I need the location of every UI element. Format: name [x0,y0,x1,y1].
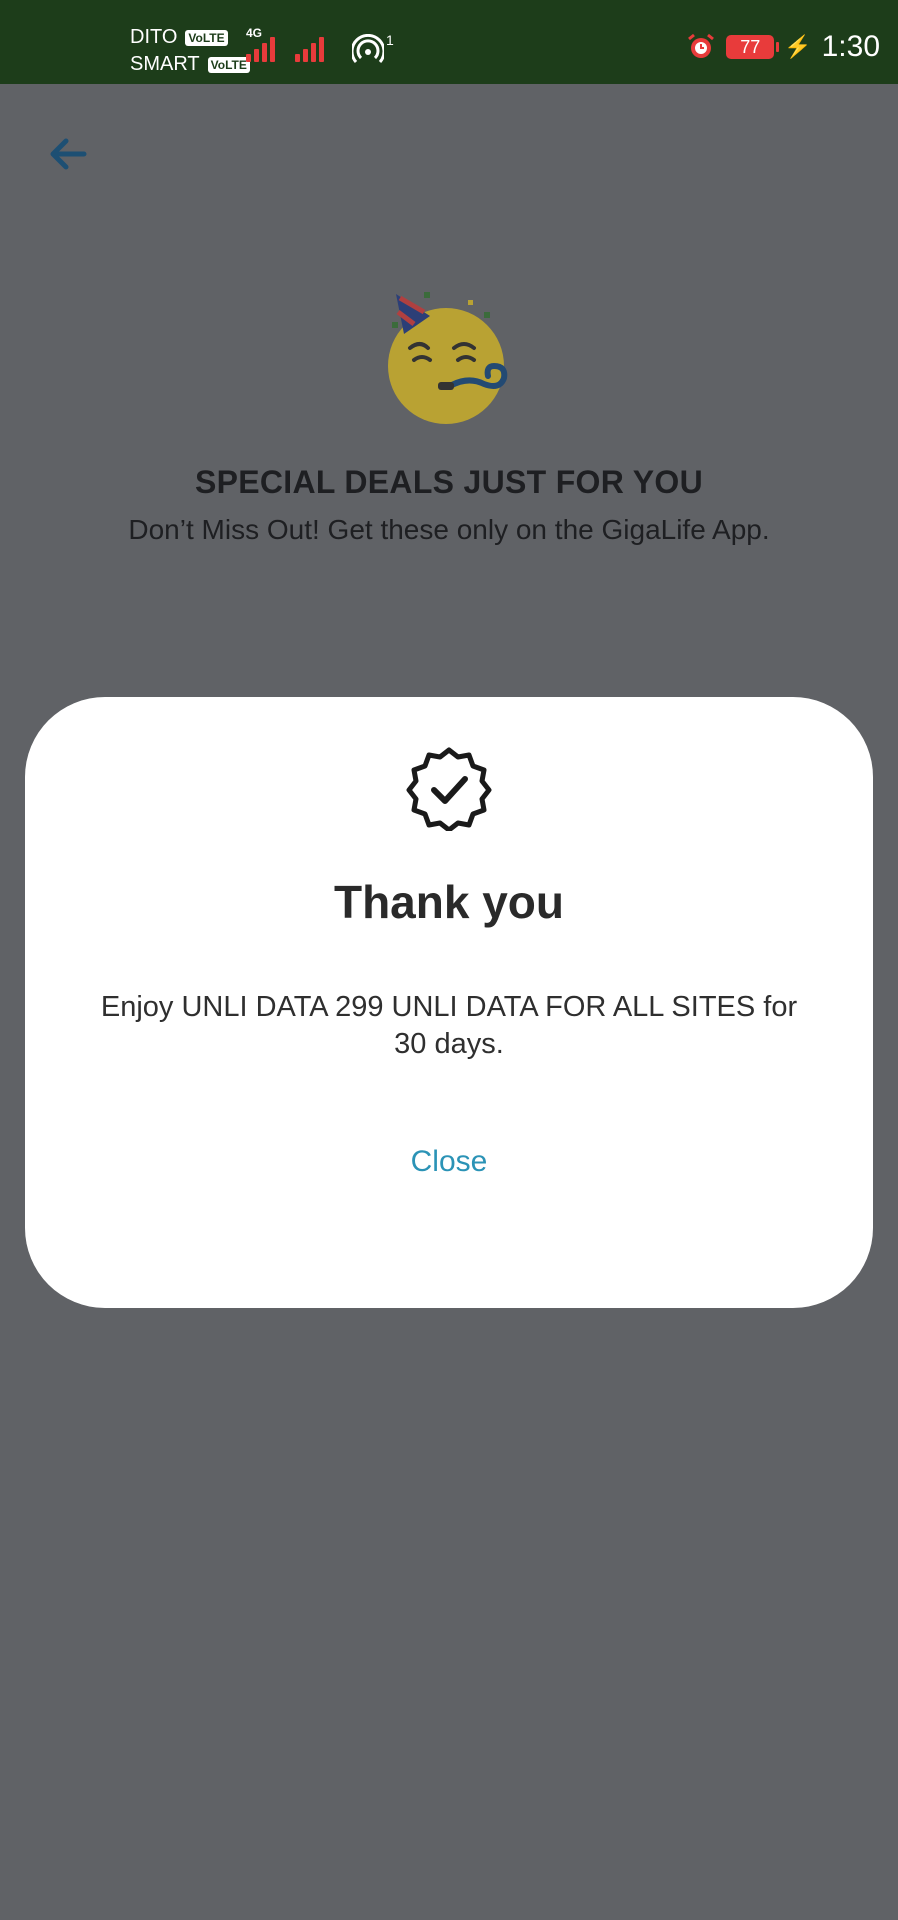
alarm-icon [688,33,715,58]
carrier-info: DITO VoLTE SMART VoLTE [130,24,250,78]
battery-indicator: 77 [726,35,780,59]
battery-level: 77 [740,37,761,57]
network-type: 4G [246,26,263,40]
dialog-message: Enjoy UNLI DATA 299 UNLI DATA FOR ALL SI… [100,991,798,1060]
hotspot-icon [352,34,384,63]
dialog-title: Thank you [333,876,565,928]
clock: 1:30 [821,30,880,63]
charging-icon: ⚡ [784,34,812,59]
party-emoji-icon [388,292,508,424]
carrier-1-name: DITO [130,26,178,48]
status-bar: DITO VoLTE SMART VoLTE 4G 1 77 ⚡ 1:30 [0,0,898,84]
thank-you-dialog: Thank you Enjoy UNLI DATA 299 UNLI DATA … [25,697,873,1308]
carrier-2-name: SMART [130,53,200,75]
volte-badge: VoLTE [207,56,250,73]
signal-indicators: 4G [246,26,324,62]
signal-strength-icon: 4G [246,26,275,62]
page-title: SPECIAL DEALS JUST FOR YOU [194,464,704,500]
close-button[interactable]: Close [349,1137,549,1187]
hotspot-count: 1 [386,32,394,48]
verified-badge-icon [406,747,492,831]
back-arrow-icon[interactable] [46,132,90,176]
right-status: 77 ⚡ 1:30 [686,30,880,64]
page-subtitle: Don’t Miss Out! Get these only on the Gi… [128,514,770,545]
signal-strength-icon [295,34,324,62]
volte-badge: VoLTE [185,29,228,46]
